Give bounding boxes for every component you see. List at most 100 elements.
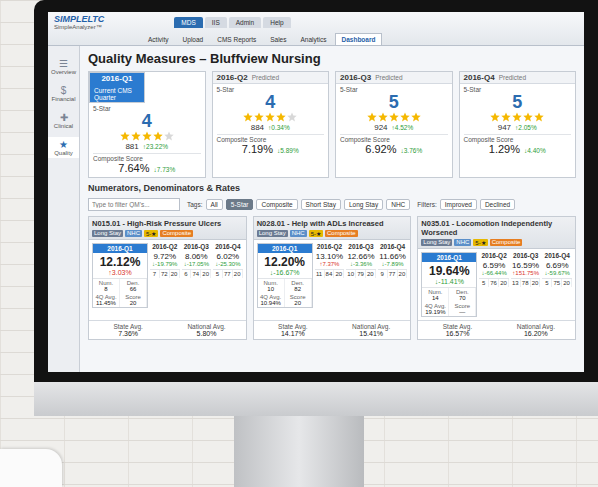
forecast-quarter: 2016-Q2 — [481, 252, 506, 259]
logo-text[interactable]: SIMPLELTC — [54, 15, 104, 24]
measure-card[interactable]: N028.01 - Help with ADLs IncreasedLong S… — [253, 216, 412, 340]
measure-tags: Long StayNHC5-★Composite — [257, 230, 408, 237]
forecast-column: 2016-Q46.02%↓-25.30%57720 — [213, 243, 243, 308]
measure-card[interactable]: N035.01 - Locomotion Independently Worse… — [417, 216, 576, 340]
measure-body: 2016-Q112.20%↓-16.67%Num.10Den.824Q Avg.… — [254, 240, 411, 311]
tag-button[interactable]: 5-Star — [226, 199, 254, 210]
quarter-card[interactable]: 2016-Q1Current CMS Quarter5-Star4881↑23.… — [88, 71, 206, 178]
top-tab[interactable]: Help — [263, 17, 290, 28]
stat-value: 70 — [459, 295, 466, 301]
measure-footer: State Avg.16.57%National Avg.16.20% — [418, 320, 575, 339]
monitor: SIMPLELTCSimpleAnalyzer™MDSIISAdminHelpA… — [34, 0, 598, 487]
change-value: ↓-16.67% — [270, 269, 300, 276]
score-value: 947 — [498, 123, 511, 132]
forecast-quarter: 2016-Q3 — [184, 243, 209, 250]
filters-label: Filters: — [417, 201, 437, 208]
tag-button[interactable]: Long Stay — [344, 199, 383, 210]
forecast-quarter: 2016-Q2 — [152, 243, 177, 250]
top-tab[interactable]: MDS — [174, 17, 202, 28]
quarter-card[interactable]: 2016-Q2Predicted5-Star4884↑0.34%Composit… — [212, 71, 330, 178]
star-icon — [131, 131, 141, 141]
sub-nav-item[interactable]: CMS Reports — [211, 34, 262, 45]
forecast-cell: 20 — [170, 270, 180, 278]
composite-line: 1.29%↓4.40% — [489, 143, 546, 155]
rating-label: 5-Star — [217, 86, 235, 93]
tag-button[interactable]: Short Stay — [301, 199, 341, 210]
rating-label: 5-Star — [340, 86, 358, 93]
filter-button[interactable]: Improved — [440, 199, 477, 210]
current-rate: 19.64% — [429, 264, 470, 278]
quarter-cards: 2016-Q1Current CMS Quarter5-Star4881↑23.… — [88, 71, 576, 178]
sub-nav-item[interactable]: Dashboard — [335, 33, 383, 45]
divider — [464, 134, 572, 135]
forecast-cells: 77220 — [150, 269, 180, 278]
stat-label: Score — [454, 303, 470, 309]
forecast-rate: 13.10% — [316, 252, 343, 261]
search-input[interactable] — [88, 198, 180, 211]
measure-body: 2016-Q112.12%↑3.03%Num.8Den.664Q Avg.11.… — [89, 240, 246, 311]
change-value: ↑151.75% — [512, 270, 539, 276]
filter-button[interactable]: Declined — [480, 199, 515, 210]
stat-label: Score — [125, 294, 141, 300]
logo[interactable]: SIMPLELTCSimpleAnalyzer™ — [54, 15, 104, 30]
score-line: 924↑4.52% — [374, 123, 413, 132]
stat: Score20 — [120, 293, 147, 307]
sidebar-item[interactable]: ☰Overview — [48, 56, 79, 77]
forecast-rate: 6.69% — [546, 261, 569, 270]
sidebar-label: Quality — [54, 150, 73, 156]
forecast-cell: 20 — [366, 270, 376, 278]
sidebar-item[interactable]: ★Quality — [48, 137, 79, 158]
forecast-cell: 20 — [398, 270, 408, 278]
stat-label: 4Q Avg. — [425, 303, 446, 309]
sidebar-icon: $ — [61, 85, 67, 96]
stat-value: 10.94% — [260, 300, 280, 306]
header-row: SIMPLELTCSimpleAnalyzer™ MDSIISAdminHelp — [54, 14, 578, 31]
sidebar-item[interactable]: ✚Clinical — [48, 110, 79, 131]
forecast-quarter: 2016-Q4 — [380, 243, 405, 250]
stat: Score20 — [285, 293, 312, 307]
stat-value: 19.19% — [425, 309, 445, 315]
measure-cards: N015.01 - High-Risk Pressure UlcersLong … — [88, 216, 576, 340]
average-label: National Avg. — [187, 323, 225, 330]
score-value: 924 — [374, 123, 387, 132]
change-value: ↓-19.79% — [152, 261, 177, 267]
top-tab[interactable]: Admin — [229, 17, 261, 28]
star-rating — [367, 112, 421, 122]
star-icon — [243, 112, 253, 122]
stat: 4Q Avg.19.19% — [422, 302, 449, 316]
sidebar-label: Overview — [51, 69, 76, 75]
divider — [340, 134, 448, 135]
tag-button[interactable]: NHC — [386, 199, 410, 210]
sub-nav-item[interactable]: Upload — [177, 34, 210, 45]
quarter-card[interactable]: 2016-Q4Predicted5-Star5947↑2.05%Composit… — [459, 71, 577, 178]
sidebar-item[interactable]: $Financial — [48, 83, 79, 104]
star-icon — [120, 131, 130, 141]
measure-title: N035.01 - Locomotion Independently Worse… — [421, 219, 572, 237]
average: State Avg.16.57% — [418, 321, 496, 339]
tag-button[interactable]: Composite — [256, 199, 297, 210]
composite-line: 7.19%↓5.89% — [242, 143, 299, 155]
quarter-card[interactable]: 2016-Q3Predicted5-Star5924↑4.52%Composit… — [335, 71, 453, 178]
star-icon — [142, 131, 152, 141]
measure-card[interactable]: N015.01 - High-Risk Pressure UlcersLong … — [88, 216, 247, 340]
star-icon — [523, 112, 533, 122]
tag-button[interactable]: All — [206, 199, 223, 210]
sub-nav-item[interactable]: Analytics — [294, 34, 332, 45]
stat: 4Q Avg.10.94% — [258, 293, 285, 307]
change-value: ↑7.37% — [319, 261, 339, 267]
change-value: ↓4.40% — [524, 147, 546, 154]
sub-nav-item[interactable]: Activity — [142, 34, 175, 45]
top-tabs: MDSIISAdminHelp — [174, 17, 290, 28]
stat-label: Den. — [127, 280, 140, 286]
sub-nav-item[interactable]: Sales — [264, 34, 292, 45]
quarter-header: 2016-Q2Predicted — [213, 72, 329, 84]
top-tab[interactable]: IIS — [205, 17, 227, 28]
star-icon — [153, 131, 163, 141]
current-quarter: 2016-Q112.12%↑3.03%Num.8Den.664Q Avg.11.… — [92, 243, 148, 308]
forecast-cell: 20 — [531, 279, 541, 287]
measure-tag: Composite — [160, 230, 193, 237]
average-label: State Avg. — [113, 323, 143, 330]
quarter-status: Predicted — [252, 74, 279, 81]
measure-tag: 5-★ — [144, 230, 158, 237]
star-rating — [243, 112, 297, 122]
